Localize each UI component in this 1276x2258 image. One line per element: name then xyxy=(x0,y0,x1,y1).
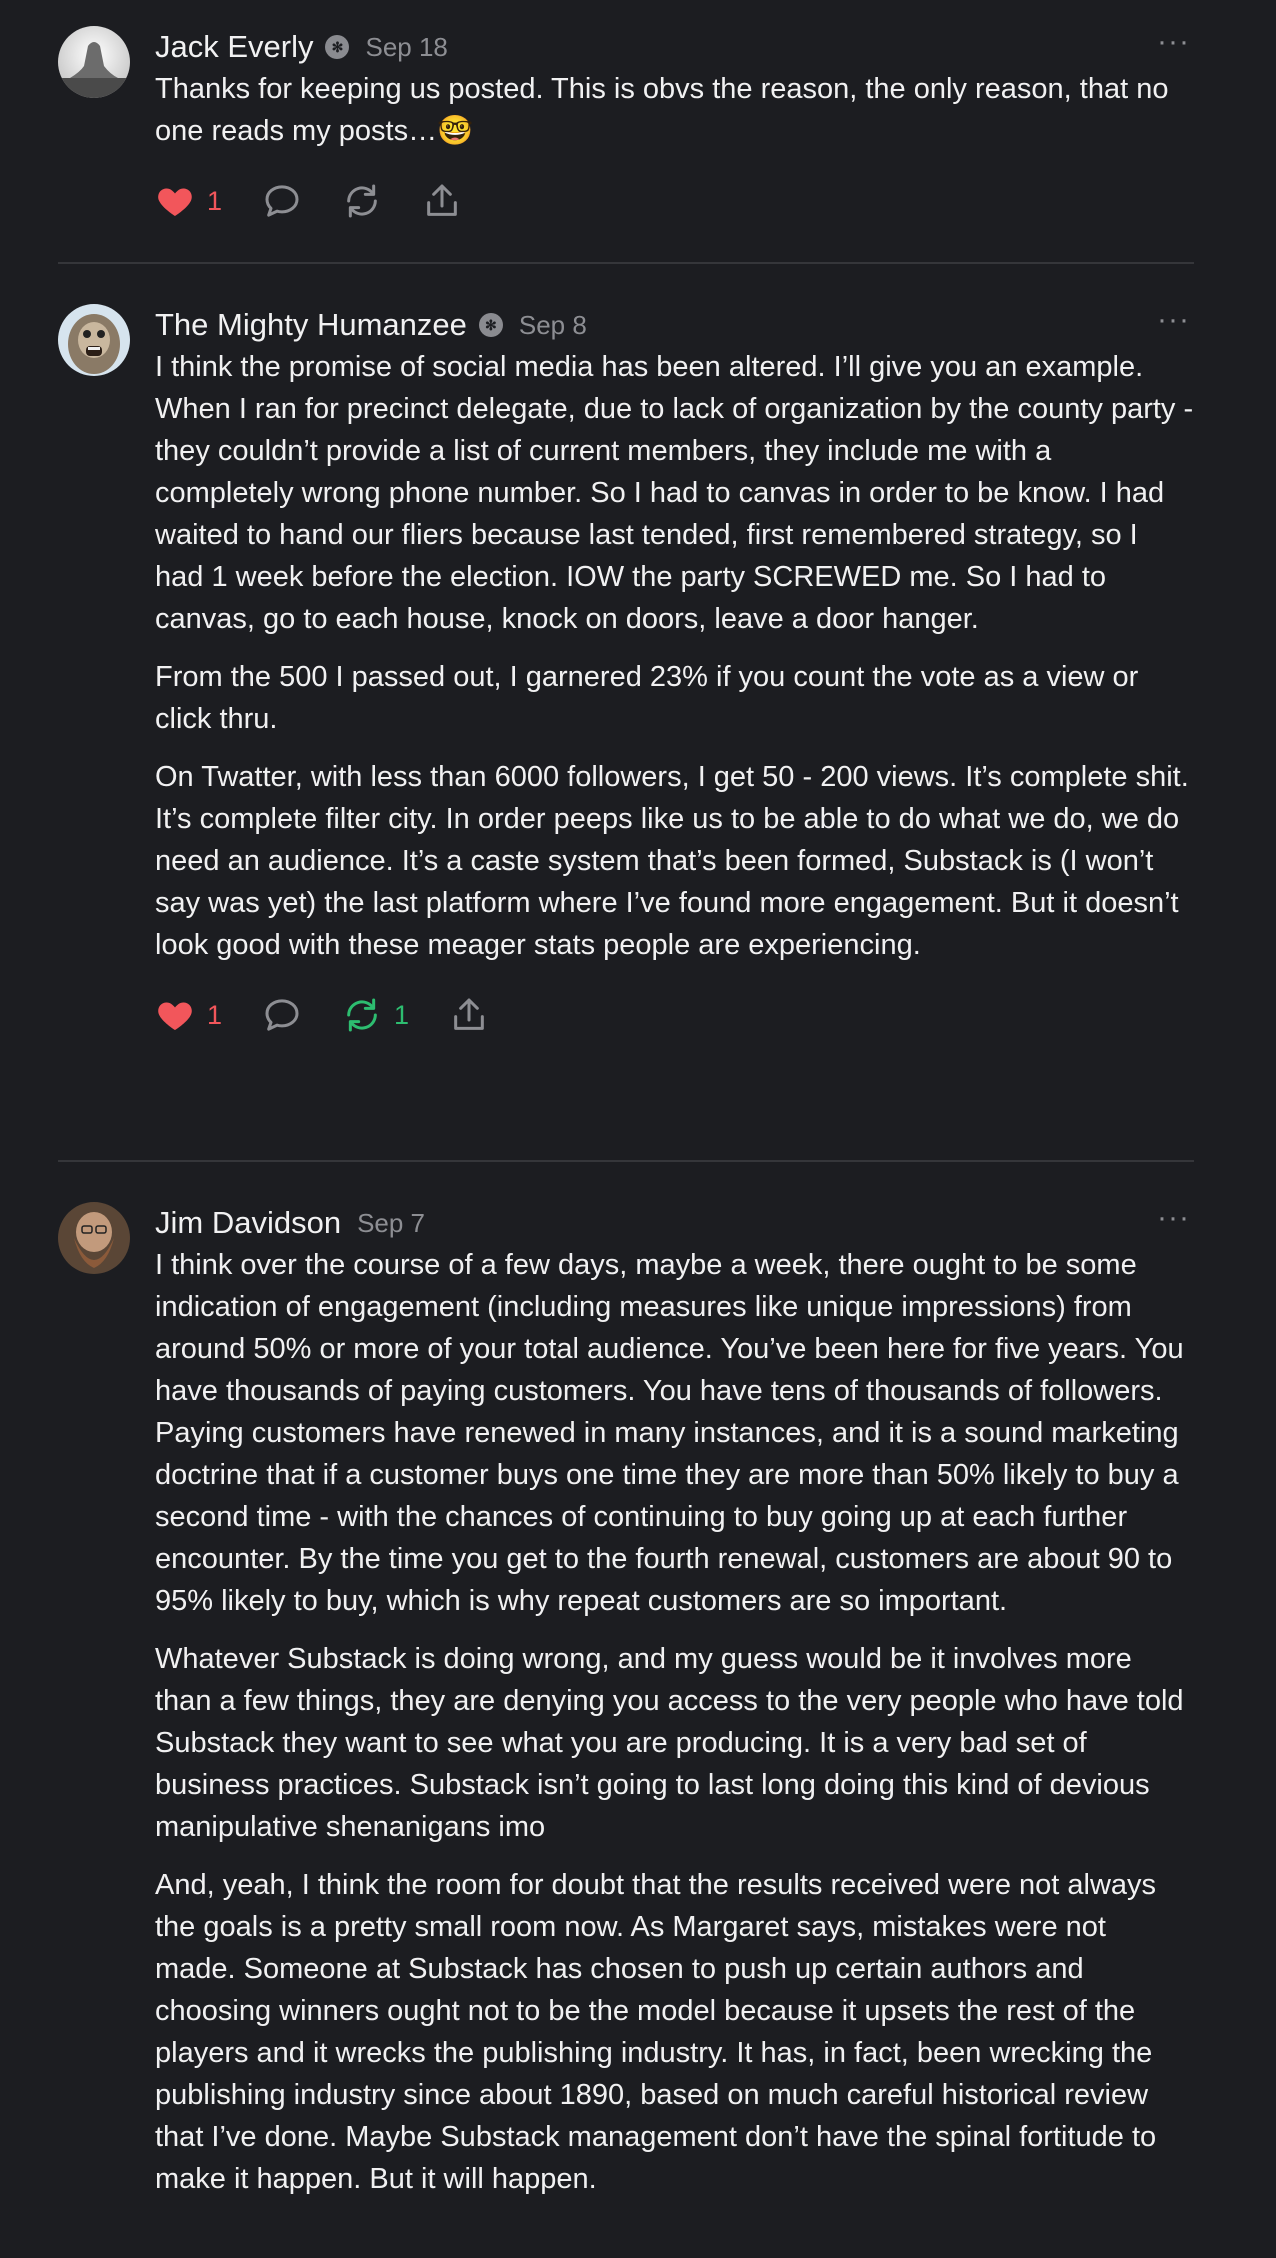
comment-paragraph: And, yeah, I think the room for doubt th… xyxy=(155,1869,1157,2195)
like-button[interactable]: 1 xyxy=(155,995,222,1035)
comment: Jack Everly ✻ Sep 18 ··· Thanks for keep… xyxy=(58,26,1194,226)
heart-icon xyxy=(158,188,192,216)
divider xyxy=(58,262,1194,264)
share-icon xyxy=(454,998,484,1030)
author-name[interactable]: Jim Davidson xyxy=(155,1205,341,1241)
restack-button[interactable] xyxy=(342,181,382,221)
more-options-icon[interactable]: ··· xyxy=(1157,305,1190,336)
avatar[interactable] xyxy=(58,304,130,376)
like-count: 1 xyxy=(207,999,223,1030)
comment: Jim Davidson Sep 7 ··· I think over the … xyxy=(58,1202,1194,2200)
verified-badge-icon: ✻ xyxy=(325,35,350,59)
comment-paragraph: Thanks for keeping us posted. This is ob… xyxy=(155,73,1169,147)
comment-body: Thanks for keeping us posted. This is ob… xyxy=(155,68,1194,152)
avatar[interactable] xyxy=(58,26,130,98)
comment-bubble-icon xyxy=(265,999,299,1031)
more-options-icon[interactable]: ··· xyxy=(1157,1203,1190,1234)
verified-badge-icon: ✻ xyxy=(478,313,503,337)
comment-paragraph: I think over the course of a few days, m… xyxy=(155,1249,1184,1617)
restack-icon xyxy=(347,998,377,1032)
divider xyxy=(58,1160,1194,1162)
author-name[interactable]: The Mighty Humanzee xyxy=(155,307,467,343)
comment-paragraph: Whatever Substack is doing wrong, and my… xyxy=(155,1643,1184,1843)
restack-count: 1 xyxy=(394,999,410,1030)
comment-actions: 1 xyxy=(155,176,1194,226)
comment-actions: 1 1 xyxy=(155,990,1194,1040)
share-icon xyxy=(427,184,457,216)
comment-bubble-icon xyxy=(265,185,299,217)
author-name[interactable]: Jack Everly xyxy=(155,29,313,65)
reply-button[interactable] xyxy=(262,995,302,1035)
comment-body: I think over the course of a few days, m… xyxy=(155,1244,1194,2200)
like-button[interactable]: 1 xyxy=(155,181,222,221)
comment-date[interactable]: Sep 7 xyxy=(357,1208,425,1239)
comment-body: I think the promise of social media has … xyxy=(155,346,1194,966)
share-button[interactable] xyxy=(422,181,462,221)
comment: The Mighty Humanzee ✻ Sep 8 ··· I think … xyxy=(58,304,1194,1040)
comment-paragraph: From the 500 I passed out, I garnered 23… xyxy=(155,661,1139,735)
heart-icon xyxy=(158,1002,192,1030)
avatar[interactable] xyxy=(58,1202,130,1274)
comment-paragraph: I think the promise of social media has … xyxy=(155,351,1194,635)
comment-date[interactable]: Sep 8 xyxy=(519,310,587,341)
comment-date[interactable]: Sep 18 xyxy=(365,32,447,63)
like-count: 1 xyxy=(207,185,223,216)
restack-button[interactable]: 1 xyxy=(342,995,409,1035)
more-options-icon[interactable]: ··· xyxy=(1157,27,1190,58)
reply-button[interactable] xyxy=(262,181,302,221)
comment-paragraph: On Twatter, with less than 6000 follower… xyxy=(155,761,1189,961)
share-button[interactable] xyxy=(449,995,489,1035)
restack-icon xyxy=(347,184,377,218)
